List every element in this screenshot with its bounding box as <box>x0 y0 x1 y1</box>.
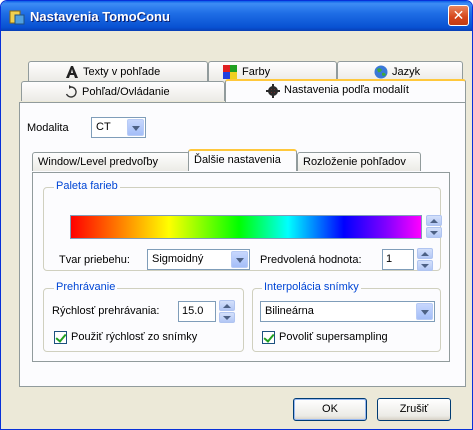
tab-label: Window/Level predvoľby <box>38 156 158 168</box>
tab-farby[interactable]: Farby <box>208 61 337 81</box>
modality-label: Modalita <box>27 122 69 134</box>
tab-rozlozenie-pohladov[interactable]: Rozloženie pohľadov <box>297 152 421 171</box>
app-icon <box>9 10 25 25</box>
use-image-speed-label: Použiť rýchlosť zo snímky <box>71 331 198 343</box>
palette-group-title: Paleta farieb <box>54 180 120 192</box>
playback-speed-label: Rýchlosť prehrávania: <box>52 305 160 317</box>
palette-groupbox: Paleta farieb Tvar priebehu: Sigmoidný P… <box>43 180 442 271</box>
color-palette-icon <box>223 65 237 79</box>
text-a-icon <box>66 66 78 78</box>
default-value-label: Predvolená hodnota: <box>260 254 362 266</box>
playback-speed-value: 15.0 <box>182 305 204 317</box>
modality-select[interactable]: CT <box>91 117 146 138</box>
playback-groupbox: Prehrávanie Rýchlosť prehrávania: 15.0 P… <box>43 281 244 352</box>
tab-label: Pohľad/Ovládanie <box>82 86 170 98</box>
title-bar[interactable]: Nastavenia TomoConu ✕ <box>1 1 472 31</box>
window-title: Nastavenia TomoConu <box>30 9 170 24</box>
interpolation-value: Bilineárna <box>265 305 314 317</box>
playback-speed-spinner[interactable] <box>219 300 235 323</box>
chevron-down-icon[interactable] <box>127 119 144 136</box>
cancel-button[interactable]: Zrušiť <box>377 398 451 421</box>
curve-shape-value: Sigmoidný <box>152 253 204 265</box>
spin-down-icon[interactable] <box>219 312 235 323</box>
additional-settings-panel: Paleta farieb Tvar priebehu: Sigmoidný P… <box>32 172 450 362</box>
spin-down-icon[interactable] <box>426 227 442 238</box>
default-value-spinner[interactable] <box>417 248 433 271</box>
spin-up-icon[interactable] <box>417 248 433 259</box>
tab-label: Nastavenia podľa modalít <box>284 84 409 96</box>
spin-down-icon[interactable] <box>417 260 433 271</box>
rotate-arrow-icon <box>65 85 77 98</box>
tab-label: Rozloženie pohľadov <box>303 156 406 168</box>
color-palette-bar[interactable] <box>70 215 422 239</box>
tab-dalsie-nastavenia[interactable]: Ďalšie nastavenia <box>188 149 297 171</box>
tab-texty-v-pohlade[interactable]: Texty v pohľade <box>28 61 208 81</box>
spin-up-icon[interactable] <box>426 215 442 226</box>
curve-shape-select[interactable]: Sigmoidný <box>147 249 250 270</box>
chevron-down-icon[interactable] <box>231 251 248 268</box>
playback-group-title: Prehrávanie <box>54 281 118 293</box>
close-button[interactable]: ✕ <box>448 5 469 26</box>
use-image-speed-checkbox[interactable] <box>54 331 67 344</box>
tab-label: Ďalšie nastavenia <box>194 154 281 166</box>
modality-gear-icon <box>266 84 280 98</box>
tab-label: Farby <box>242 66 271 78</box>
default-value-input[interactable]: 1 <box>382 249 414 270</box>
tab-label: Jazyk <box>392 66 421 78</box>
playback-speed-input[interactable]: 15.0 <box>178 301 216 322</box>
supersampling-checkbox[interactable] <box>262 331 275 344</box>
modality-value: CT <box>96 121 111 133</box>
default-value: 1 <box>386 253 393 265</box>
tab-label: Texty v pohľade <box>83 66 161 78</box>
chevron-down-icon[interactable] <box>416 303 433 320</box>
tab-nastavenia-podla-modalit[interactable]: Nastavenia podľa modalít <box>225 79 466 102</box>
palette-spinner[interactable] <box>426 215 442 238</box>
tab-jazyk[interactable]: Jazyk <box>337 61 463 81</box>
curve-shape-label: Tvar priebehu: <box>59 254 130 266</box>
tab-pohlad-ovladanie[interactable]: Pohľad/Ovládanie <box>21 81 225 101</box>
interpolation-groupbox: Interpolácia snímky Bilineárna Povoliť s… <box>252 281 441 352</box>
interpolation-select[interactable]: Bilineárna <box>260 301 435 322</box>
supersampling-label: Povoliť supersampling <box>279 331 388 343</box>
globe-icon <box>374 65 388 79</box>
ok-button[interactable]: OK <box>293 398 367 421</box>
spin-up-icon[interactable] <box>219 300 235 311</box>
tab-window-level-predvolby[interactable]: Window/Level predvoľby <box>32 152 190 171</box>
interpolation-group-title: Interpolácia snímky <box>262 281 361 293</box>
settings-dialog: Nastavenia TomoConu ✕ Texty v pohľade Fa… <box>0 0 473 430</box>
